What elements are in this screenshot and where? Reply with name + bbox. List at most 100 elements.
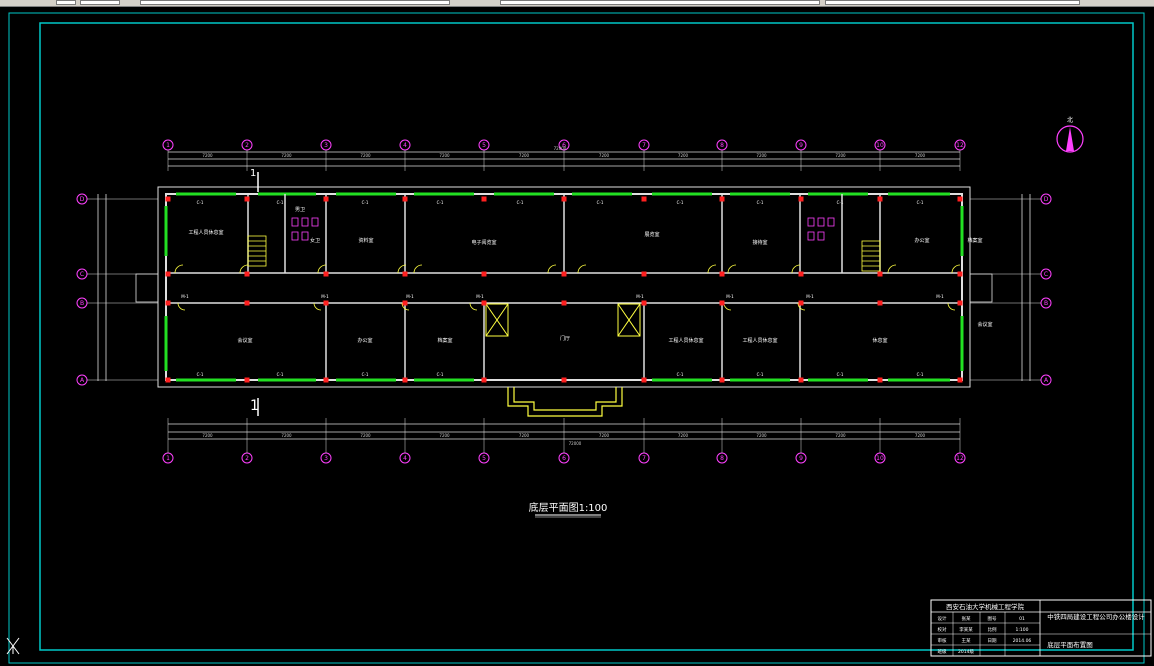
title-block-school: 西安石油大学机械工程学院 xyxy=(946,602,1025,611)
column-marker xyxy=(165,271,171,277)
svg-text:1: 1 xyxy=(166,142,170,149)
svg-text:3: 3 xyxy=(324,455,328,462)
svg-text:C-1: C-1 xyxy=(597,200,604,205)
stair-right xyxy=(861,240,881,272)
column-marker xyxy=(957,377,963,383)
layer-dropdown[interactable] xyxy=(140,0,450,5)
svg-text:M-1: M-1 xyxy=(636,294,644,299)
room-label: 展览室 xyxy=(644,231,659,238)
column-marker xyxy=(641,300,647,306)
column-marker xyxy=(244,300,250,306)
svg-text:5: 5 xyxy=(482,455,486,462)
column-marker xyxy=(402,377,408,383)
svg-text:5: 5 xyxy=(482,142,486,149)
svg-text:设计: 设计 xyxy=(938,615,947,622)
room-label: 工程人员休息室 xyxy=(188,229,223,236)
ucs-icon xyxy=(6,637,20,655)
toilet-fixtures-right xyxy=(807,217,835,241)
column-marker xyxy=(719,196,725,202)
svg-text:8: 8 xyxy=(720,455,724,462)
dimension-text: 7200 7200 7200 7200 7200 7200 7200 7200 7200 7200… xyxy=(202,146,925,446)
svg-text:7200: 7200 xyxy=(202,433,213,438)
axis-bubble: 12 xyxy=(954,139,966,151)
door-swing xyxy=(547,264,557,274)
axis-bubble: 6 xyxy=(558,452,570,464)
svg-text:7200: 7200 xyxy=(519,153,530,158)
svg-text:C-1: C-1 xyxy=(437,372,444,377)
drawing-canvas[interactable]: 11223344556677889910101212 D DC CB BA A 7200… xyxy=(0,6,1154,666)
column-marker xyxy=(561,300,567,306)
svg-text:10: 10 xyxy=(876,455,884,462)
toolbar-button[interactable] xyxy=(56,0,76,5)
style-dropdown[interactable] xyxy=(500,0,820,5)
axis-bubble: 3 xyxy=(320,139,332,151)
svg-text:7200: 7200 xyxy=(281,153,292,158)
title-block-project: 中铁四局建设工程公司办公楼设计 xyxy=(1047,612,1145,621)
svg-text:M-1: M-1 xyxy=(406,294,414,299)
svg-text:1: 1 xyxy=(166,455,170,462)
door-swing xyxy=(707,264,717,274)
column-marker xyxy=(719,300,725,306)
svg-text:C-1: C-1 xyxy=(837,372,844,377)
svg-text:M-1: M-1 xyxy=(936,294,944,299)
svg-text:7200: 7200 xyxy=(756,153,767,158)
linetype-dropdown[interactable] xyxy=(825,0,1080,5)
svg-text:北: 北 xyxy=(1067,116,1073,124)
axis-bubble: C xyxy=(76,268,88,280)
room-label: 工程人员休息室 xyxy=(742,337,777,344)
column-marker xyxy=(481,196,487,202)
column-marker xyxy=(877,300,883,306)
svg-text:李某某: 李某某 xyxy=(959,626,973,633)
svg-text:王某: 王某 xyxy=(962,638,971,644)
axis-bubble: 1 xyxy=(162,452,174,464)
svg-text:C-1: C-1 xyxy=(437,200,444,205)
svg-text:7200: 7200 xyxy=(439,433,450,438)
svg-text:C-1: C-1 xyxy=(837,200,844,205)
svg-text:7200: 7200 xyxy=(360,153,371,158)
axis-bubble: B xyxy=(76,297,88,309)
column-marker xyxy=(402,300,408,306)
axis-bubble: 9 xyxy=(795,139,807,151)
column-marker xyxy=(957,271,963,277)
axis-bubble: 5 xyxy=(478,452,490,464)
svg-text:7200: 7200 xyxy=(360,433,371,438)
svg-text:A: A xyxy=(1044,377,1049,384)
axis-bubble: 2 xyxy=(241,452,253,464)
axis-bubble: 3 xyxy=(320,452,332,464)
column-marker xyxy=(323,271,329,277)
svg-text:12: 12 xyxy=(956,142,964,149)
svg-text:日期: 日期 xyxy=(988,638,997,644)
svg-text:C-1: C-1 xyxy=(917,200,924,205)
column-marker xyxy=(798,196,804,202)
svg-text:M-1: M-1 xyxy=(726,294,734,299)
axis-bubble: 8 xyxy=(716,452,728,464)
room-label: 女卫 xyxy=(310,237,320,244)
svg-text:D: D xyxy=(80,196,85,203)
svg-text:M-1: M-1 xyxy=(476,294,484,299)
svg-text:1: 1 xyxy=(250,168,256,179)
door-swing xyxy=(469,302,478,311)
column-marker xyxy=(561,196,567,202)
door-swing xyxy=(313,302,322,311)
axis-bubble: 8 xyxy=(716,139,728,151)
elevator-left xyxy=(485,303,509,337)
door-swing xyxy=(727,264,737,274)
axis-bubble: 5 xyxy=(478,139,490,151)
room-label: 办公室 xyxy=(357,337,372,344)
svg-text:审核: 审核 xyxy=(938,637,947,644)
column-marker xyxy=(323,300,329,306)
toolbar-button[interactable] xyxy=(80,0,120,5)
elevator-right xyxy=(617,303,641,337)
svg-text:4: 4 xyxy=(403,142,407,149)
title-block-sheet-title: 底层平面布置图 xyxy=(1047,640,1093,649)
svg-text:10: 10 xyxy=(876,142,884,149)
room-label: 男卫 xyxy=(295,207,305,213)
svg-text:C-1: C-1 xyxy=(677,200,684,205)
svg-text:M-1: M-1 xyxy=(181,294,189,299)
column-marker xyxy=(323,196,329,202)
svg-text:C-1: C-1 xyxy=(917,372,924,377)
axis-bubble: D xyxy=(1040,193,1052,205)
svg-text:12: 12 xyxy=(956,455,964,462)
room-label: 会议室 xyxy=(237,337,252,344)
svg-text:72000: 72000 xyxy=(569,441,582,446)
